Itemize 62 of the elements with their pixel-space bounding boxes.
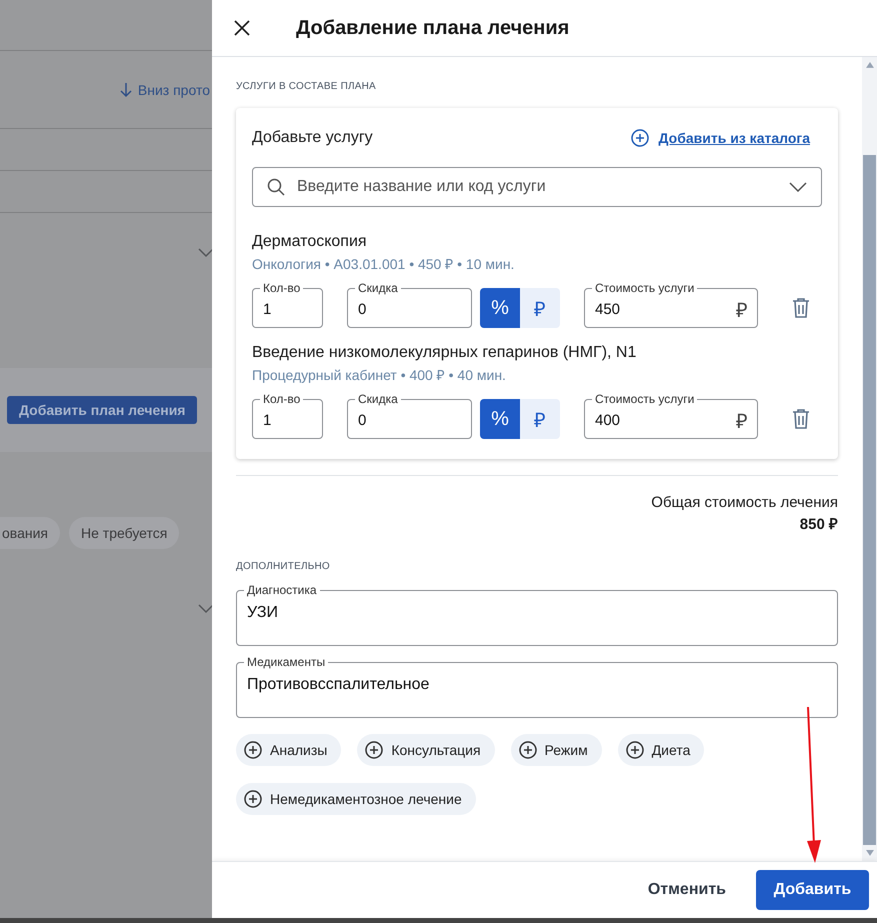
section-heading: ДОПОЛНИТЕЛЬНО <box>236 561 331 572</box>
submit-button[interactable]: Добавить <box>756 870 869 910</box>
plus-circle-icon <box>244 741 262 759</box>
option-chip[interactable]: ования <box>0 517 60 549</box>
cancel-button[interactable]: Отменить <box>634 873 740 907</box>
add-chip[interactable]: Режим <box>510 734 602 766</box>
field-label: Кол-во <box>260 392 304 406</box>
field-label: Медикаменты <box>244 655 328 669</box>
cost-field[interactable]: Стоимость услуги 450 ₽ <box>584 280 758 328</box>
search-field[interactable]: Введите название или код услуги <box>252 167 822 207</box>
delete-button[interactable] <box>791 297 811 319</box>
discount-unit-toggle[interactable]: ₽ <box>520 399 560 439</box>
field-label: Скидка <box>355 392 401 406</box>
text-field[interactable]: Диагностика УЗИ <box>236 582 838 646</box>
search-icon <box>267 178 285 196</box>
service-name: Введение низкомолекулярных гепаринов (НМГ), N1 <box>252 344 638 362</box>
total-value: 850 ₽ <box>798 515 838 533</box>
plus-circle-icon <box>244 790 262 808</box>
quantity-field[interactable]: Кол-во 1 <box>252 391 323 439</box>
discount-field[interactable]: Скидка 0 <box>347 280 472 328</box>
add-chip[interactable]: Анализы <box>236 734 342 766</box>
field-label: Диагностика <box>244 583 320 597</box>
add-chip[interactable]: Немедикаментозное лечение <box>236 783 476 815</box>
add-chip[interactable]: Диета <box>618 734 704 766</box>
discount-field[interactable]: Скидка 0 <box>347 391 472 439</box>
chevron-down-icon <box>789 182 807 192</box>
service-details: Процедурный кабинет • 400 ₽ • 40 мин. <box>252 366 507 384</box>
plus-circle-icon <box>518 741 537 759</box>
add-chip[interactable]: Консультация <box>357 734 495 766</box>
plus-circle-icon <box>626 741 644 759</box>
drawer-title: Добавление плана лечения <box>296 16 570 40</box>
delete-button[interactable] <box>791 408 811 430</box>
discount-unit-toggle[interactable]: ₽ <box>520 288 560 328</box>
chevron-down-icon[interactable] <box>198 248 212 258</box>
scroll-up-icon[interactable] <box>866 62 874 68</box>
field-label: Кол-во <box>260 281 304 295</box>
chevron-down-icon[interactable] <box>198 604 212 614</box>
cost-field[interactable]: Стоимость услуги 400 ₽ <box>584 391 758 439</box>
card-heading: Добавьте услугу <box>252 129 373 147</box>
currency-sign: ₽ <box>736 410 748 434</box>
scrollbar[interactable] <box>862 57 877 861</box>
arrow-down-icon <box>120 82 132 98</box>
service-name: Дерматоскопия <box>252 233 368 251</box>
total-label: Общая стоимость лечения <box>650 494 838 511</box>
field-label: Стоимость услуги <box>592 392 698 406</box>
field-label: Стоимость услуги <box>592 281 698 295</box>
add-plan-button[interactable]: Добавить план лечения <box>7 396 198 424</box>
service-details: Онкология • A03.01.001 • 450 ₽ • 10 мин. <box>252 255 516 273</box>
option-chip[interactable]: Не требуется <box>69 517 180 549</box>
plus-circle-icon <box>630 129 649 147</box>
plus-circle-icon <box>365 741 384 759</box>
discount-unit-toggle[interactable]: % <box>480 288 520 328</box>
scroll-down-icon[interactable] <box>866 850 874 856</box>
text-field[interactable]: Медикаменты Противовсспалительное <box>236 654 838 718</box>
trash-icon <box>791 408 811 430</box>
field-label: Скидка <box>355 281 401 295</box>
discount-unit-toggle[interactable]: % <box>480 399 520 439</box>
section-heading: УСЛУГИ В СОСТАВЕ ПЛАНА <box>236 81 377 92</box>
trash-icon <box>791 297 811 319</box>
catalog-link[interactable]: Добавить из каталога <box>630 129 810 147</box>
quantity-field[interactable]: Кол-во 1 <box>252 280 323 328</box>
currency-sign: ₽ <box>736 298 748 322</box>
